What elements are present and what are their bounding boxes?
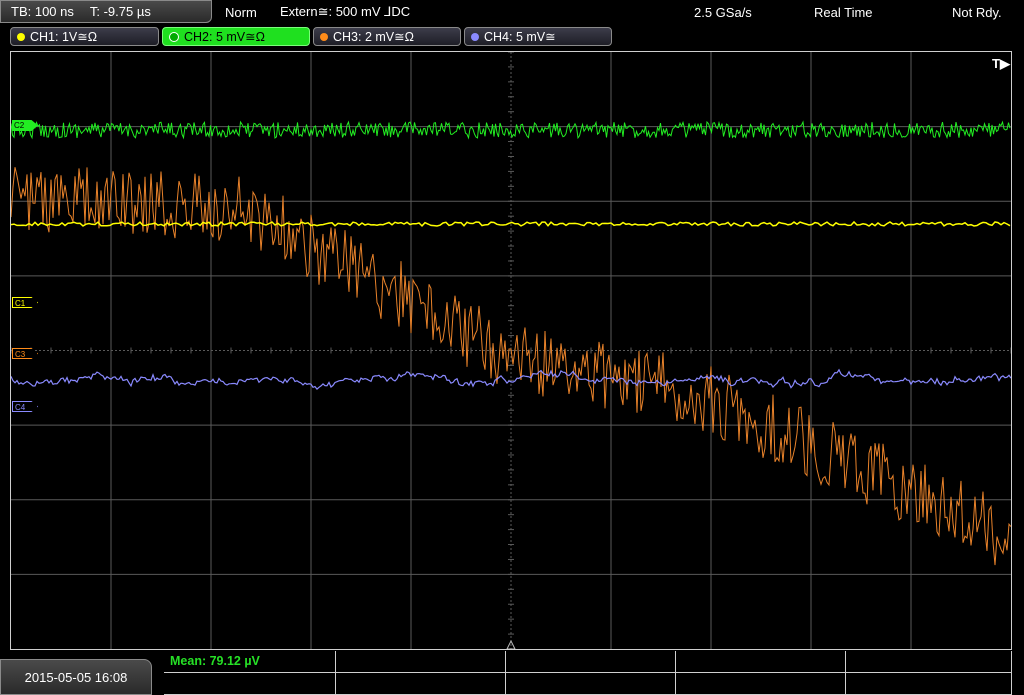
channel-3-dot-icon xyxy=(320,32,328,41)
waveform-display[interactable] xyxy=(10,51,1012,650)
channel-1-dot-icon xyxy=(17,32,25,41)
channel-4-label: CH4: 5 mV≅ xyxy=(484,30,556,44)
channel-4-dot-icon xyxy=(471,32,479,41)
sample-rate: 2.5 GSa/s xyxy=(694,4,752,20)
timebase-value: TB: 100 ns xyxy=(11,4,74,19)
trigger-source[interactable]: Extern≅: 500 mV ⅃DC xyxy=(280,0,410,24)
trigger-mode[interactable]: Norm xyxy=(225,0,257,24)
measurement-cell[interactable] xyxy=(846,651,1012,673)
measurement-cell[interactable] xyxy=(336,673,506,695)
bottom-bar: 2015-05-05 16:08 Mean: 79.12 µV xyxy=(0,651,1024,695)
channel-2-dot-icon xyxy=(169,31,179,42)
channel-2-label: CH2: 5 mV≅Ω xyxy=(184,30,265,44)
acquisition-status: Not Rdy. xyxy=(952,4,1002,20)
channel-1-label: CH1: 1V≅Ω xyxy=(30,30,98,44)
channel-2-button[interactable]: CH2: 5 mV≅Ω xyxy=(162,27,310,46)
channel-3-button[interactable]: CH3: 2 mV≅Ω xyxy=(313,27,461,46)
trigger-time-value: T: -9.75 µs xyxy=(89,4,151,19)
channel-bar: CH1: 1V≅Ω CH2: 5 mV≅Ω CH3: 2 mV≅Ω CH4: 5… xyxy=(0,26,1024,48)
measurement-cell[interactable]: Mean: 79.12 µV xyxy=(164,651,336,673)
measurement-cell[interactable] xyxy=(506,651,676,673)
channel-1-button[interactable]: CH1: 1V≅Ω xyxy=(10,27,159,46)
waveform-canvas xyxy=(11,52,1011,649)
timebase-box[interactable]: TB: 100 ns T: -9.75 µs xyxy=(0,0,212,23)
measurement-cell[interactable] xyxy=(164,673,336,695)
measurement-cell[interactable] xyxy=(676,651,846,673)
measurement-cell[interactable] xyxy=(336,651,506,673)
measurement-cell[interactable] xyxy=(506,673,676,695)
measurement-cell[interactable] xyxy=(846,673,1012,695)
channel-3-label: CH3: 2 mV≅Ω xyxy=(333,30,414,44)
top-status-bar: TB: 100 ns T: -9.75 µs Norm Extern≅: 500… xyxy=(0,0,1024,24)
trigger-position-flag[interactable]: T▶ xyxy=(992,56,1010,72)
measurement-cell[interactable] xyxy=(676,673,846,695)
channel-4-button[interactable]: CH4: 5 mV≅ xyxy=(464,27,612,46)
measurement-table: Mean: 79.12 µV xyxy=(164,651,1012,695)
measurement-mean: Mean: 79.12 µV xyxy=(170,654,260,668)
acquisition-mode: Real Time xyxy=(814,4,873,20)
date-time-display: 2015-05-05 16:08 xyxy=(0,659,152,695)
